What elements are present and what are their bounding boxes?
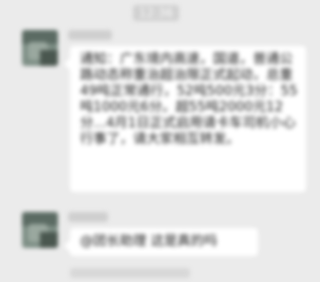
next-message-placeholder [70,268,190,278]
status-time: 12:36 [0,2,312,21]
message-bubble[interactable]: 通知：广东境内高速，国道，普通公路动态称重治超治限正式起动，总重49吨正常通行，… [64,46,306,192]
sender-name-placeholder [68,212,108,222]
avatar[interactable] [22,30,58,66]
message-text: @团长助理 这是真的吗 [80,234,218,249]
message-bubble[interactable]: @团长助理 这是真的吗 [64,228,258,256]
sender-name-placeholder [68,30,112,40]
avatar[interactable] [22,212,58,248]
message-text: 通知：广东境内高速，国道，普通公路动态称重治超治限正式起动，总重49吨正常通行，… [80,52,298,147]
time-label: 12:36 [132,5,180,21]
chat-screen: 12:36 通知：广东境内高速，国道，普通公路动态称重治超治限正式起动，总重49… [0,0,312,282]
